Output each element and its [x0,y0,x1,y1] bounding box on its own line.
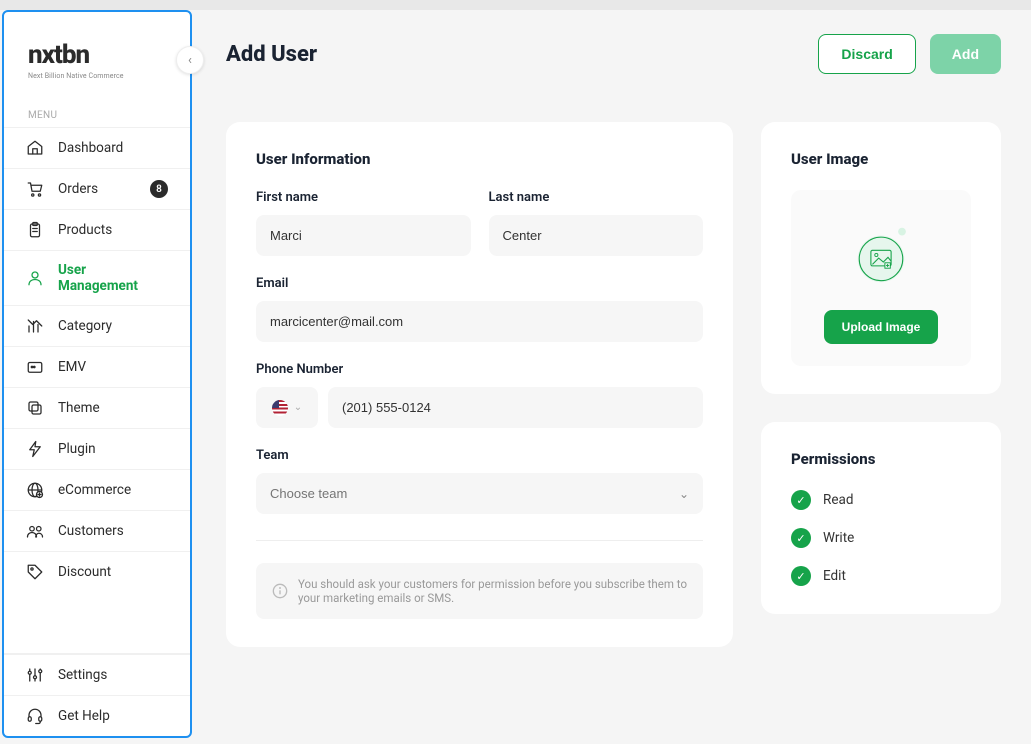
sidebar-item-label: Orders [58,181,98,197]
sidebar-item-settings[interactable]: Settings [4,654,190,695]
permission-label: Edit [823,568,846,584]
sidebar: ‹ nxtbn Next Billion Native Commerce MEN… [2,10,192,738]
user-icon [26,269,44,287]
last-name-label: Last name [489,190,704,205]
sidebar-item-label: User Management [58,262,168,294]
sidebar-item-category[interactable]: Category [4,305,190,346]
permission-write[interactable]: ✓ Write [791,528,971,548]
phone-label: Phone Number [256,362,703,377]
clipboard-icon [26,221,44,239]
sidebar-item-products[interactable]: Products [4,209,190,250]
permission-label: Read [823,492,853,508]
email-label: Email [256,276,703,291]
sidebar-item-label: Get Help [58,708,110,724]
sidebar-item-customers[interactable]: Customers [4,510,190,551]
team-label: Team [256,448,703,463]
users-icon [26,522,44,540]
sidebar-item-plugin[interactable]: Plugin [4,428,190,469]
copy-icon [26,399,44,417]
user-information-card: User Information First name Last name Em… [226,122,733,647]
add-button[interactable]: Add [930,34,1001,74]
sidebar-item-discount[interactable]: Discount [4,551,190,592]
first-name-input[interactable] [256,215,471,256]
sidebar-item-label: Settings [58,667,107,683]
page-header: Add User Discard Add [226,34,1001,74]
sidebar-collapse-button[interactable]: ‹ [176,46,204,74]
sidebar-item-get-help[interactable]: Get Help [4,695,190,736]
headset-icon [26,707,44,725]
sidebar-item-label: Discount [58,564,111,580]
check-icon: ✓ [791,528,811,548]
info-icon [272,583,288,599]
chevron-left-icon: ‹ [188,53,192,68]
card-title: User Information [256,150,703,168]
card-icon [26,358,44,376]
chevron-down-icon: ⌄ [294,402,302,413]
sidebar-item-dashboard[interactable]: Dashboard [4,127,190,168]
image-drop-zone[interactable]: Upload Image [791,190,971,366]
cart-icon [26,180,44,198]
team-select[interactable] [256,473,703,514]
tag-icon [26,563,44,581]
permission-label: Write [823,530,854,546]
divider [256,540,703,541]
info-text: You should ask your customers for permis… [298,577,687,605]
sidebar-item-label: Products [58,222,112,238]
badge: 8 [150,180,168,198]
permission-edit[interactable]: ✓ Edit [791,566,971,586]
sidebar-item-label: Dashboard [58,140,123,156]
sidebar-item-ecommerce[interactable]: eCommerce [4,469,190,510]
upload-image-button[interactable]: Upload Image [824,310,939,344]
info-banner: You should ask your customers for permis… [256,563,703,619]
menu-section-label: MENU [4,88,190,127]
page-title: Add User [226,42,317,67]
last-name-input[interactable] [489,215,704,256]
check-icon: ✓ [791,490,811,510]
country-code-select[interactable]: ⌄ [256,387,318,428]
sidebar-item-user-management[interactable]: User Management [4,250,190,305]
check-icon: ✓ [791,566,811,586]
sidebar-item-label: EMV [58,359,86,375]
card-title: Permissions [791,450,971,468]
chart-icon [26,317,44,335]
user-image-card: User Image [761,122,1001,394]
globe-icon [26,481,44,499]
sidebar-item-label: Category [58,318,112,334]
first-name-label: First name [256,190,471,205]
permission-read[interactable]: ✓ Read [791,490,971,510]
phone-input[interactable] [328,387,703,428]
sidebar-item-label: Customers [58,523,124,539]
logo: nxtbn Next Billion Native Commerce [4,12,190,88]
home-icon [26,139,44,157]
sidebar-item-label: eCommerce [58,482,131,498]
discard-button[interactable]: Discard [818,34,915,74]
sliders-icon [26,666,44,684]
email-input[interactable] [256,301,703,342]
main-content: Add User Discard Add User Information Fi… [192,10,1031,744]
sidebar-item-theme[interactable]: Theme [4,387,190,428]
logo-text: nxtbn [28,40,166,70]
sidebar-item-label: Plugin [58,441,96,457]
logo-subtitle: Next Billion Native Commerce [28,72,166,80]
sidebar-item-label: Theme [58,400,100,416]
permissions-card: Permissions ✓ Read ✓ Write ✓ Edit [761,422,1001,614]
image-placeholder-icon [846,220,916,290]
us-flag-icon [272,400,288,416]
bolt-icon [26,440,44,458]
sidebar-item-emv[interactable]: EMV [4,346,190,387]
card-title: User Image [791,150,971,168]
sidebar-item-orders[interactable]: Orders 8 [4,168,190,209]
